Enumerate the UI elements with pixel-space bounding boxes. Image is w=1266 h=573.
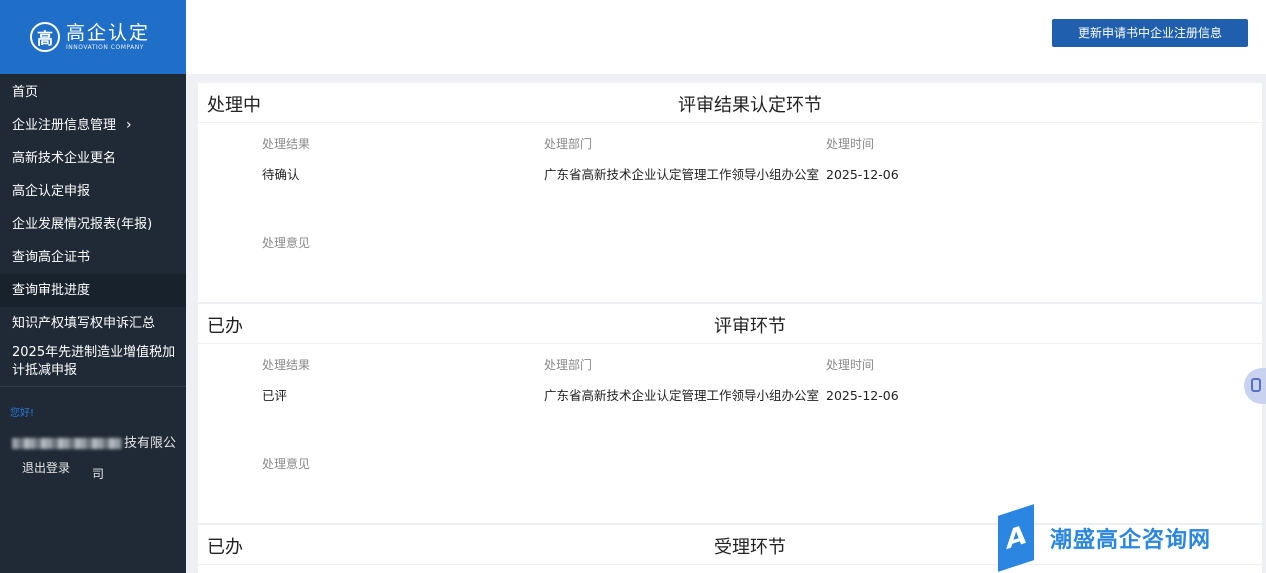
- stage-title: 评审环节: [714, 316, 786, 337]
- logout-link[interactable]: 退出登录: [22, 459, 70, 476]
- company-name-tail: 司: [92, 467, 105, 481]
- sidebar-item-query-certificate[interactable]: 查询高企证书: [0, 241, 186, 274]
- top-header: 更新申请书中企业注册信息: [186, 0, 1266, 74]
- sidebar-item-rename[interactable]: 高新技术企业更名: [0, 142, 186, 175]
- update-registration-button[interactable]: 更新申请书中企业注册信息: [1052, 19, 1248, 47]
- sidebar-item-label: 知识产权填写权申诉汇总: [12, 316, 156, 331]
- company-name: 技有限公: [12, 432, 176, 451]
- logo-text: 高企认定 INNOVATION COMPANY: [66, 22, 150, 52]
- sidebar-item-label: 高企认定申报: [12, 184, 91, 199]
- redacted-block: [12, 438, 122, 449]
- sidebar-item-label: 首页: [12, 85, 39, 100]
- opinion-label: 处理意见: [262, 236, 311, 250]
- opinion-label: 处理意见: [262, 457, 311, 471]
- panel-header: 已办 评审环节: [198, 304, 1262, 344]
- sidebar-item-label: 企业发展情况报表(年报): [12, 217, 153, 232]
- department-value: 广东省高新技术企业认定管理工作领导小组办公室: [544, 388, 820, 403]
- sidebar-item-ip-appeal[interactable]: 知识产权填写权申诉汇总: [0, 307, 186, 340]
- result-label: 处理结果: [262, 358, 311, 372]
- result-label: 处理结果: [262, 137, 311, 151]
- panel-header: 处理中 评审结果认定环节: [198, 83, 1262, 123]
- chevron-right-icon: ›: [126, 117, 132, 133]
- result-value: 待确认: [262, 167, 300, 182]
- sidebar-item-vat-deduction[interactable]: 2025年先进制造业增值税加计抵减申报: [0, 340, 186, 384]
- sidebar-item-certification-apply[interactable]: 高企认定申报: [0, 175, 186, 208]
- sidebar-item-label: 高新技术企业更名: [12, 151, 117, 166]
- greeting-text: 您好!: [10, 408, 35, 419]
- department-value: 广东省高新技术企业认定管理工作领导小组办公室: [544, 167, 820, 182]
- document-icon: [1251, 378, 1261, 392]
- sidebar-item-home[interactable]: 首页: [0, 76, 186, 109]
- sidebar-nav: 首页 企业注册信息管理 › 高新技术企业更名 高企认定申报 企业发展情况报表(年报…: [0, 76, 186, 387]
- stage-title: 评审结果认定环节: [678, 95, 822, 116]
- sidebar-item-company-registration[interactable]: 企业注册信息管理 ›: [0, 109, 186, 142]
- department-label: 处理部门: [544, 358, 593, 372]
- watermark-text: 潮盛高企咨询网: [1050, 527, 1212, 553]
- department-label: 处理部门: [544, 137, 593, 151]
- sidebar-item-annual-report[interactable]: 企业发展情况报表(年报): [0, 208, 186, 241]
- sidebar-divider: [0, 386, 186, 387]
- time-value: 2025-12-06: [826, 388, 899, 403]
- app-logo[interactable]: 高 高企认定 INNOVATION COMPANY: [0, 0, 186, 74]
- progress-panel: 已办 评审环节 处理结果 处理部门 处理时间 已评 广东省高新技术企业认定管理工…: [198, 304, 1262, 523]
- time-value: 2025-12-06: [826, 167, 899, 182]
- sidebar: 高 高企认定 INNOVATION COMPANY 首页 企业注册信息管理 › 高…: [0, 0, 186, 573]
- logo-subtitle: INNOVATION COMPANY: [66, 44, 144, 51]
- watermark-logo-icon: A: [998, 504, 1034, 572]
- sidebar-item-approval-progress[interactable]: 查询审批进度: [0, 274, 186, 307]
- sidebar-item-label: 查询高企证书: [12, 250, 91, 265]
- logo-title: 高企认定: [66, 22, 151, 44]
- logo-mark-icon: 高: [30, 22, 60, 52]
- sidebar-item-label: 2025年先进制造业增值税加计抵减申报: [12, 345, 176, 378]
- sidebar-item-label: 企业注册信息管理: [12, 118, 117, 133]
- time-label: 处理时间: [826, 137, 875, 151]
- progress-panel: 处理中 评审结果认定环节 处理结果 处理部门 处理时间 待确认 广东省高新技术企…: [198, 83, 1262, 302]
- result-value: 已评: [262, 388, 288, 403]
- sidebar-item-label: 查询审批进度: [12, 283, 91, 298]
- time-label: 处理时间: [826, 358, 875, 372]
- watermark: A 潮盛高企咨询网: [998, 504, 1212, 572]
- company-name-visible: 技有限公: [124, 436, 177, 451]
